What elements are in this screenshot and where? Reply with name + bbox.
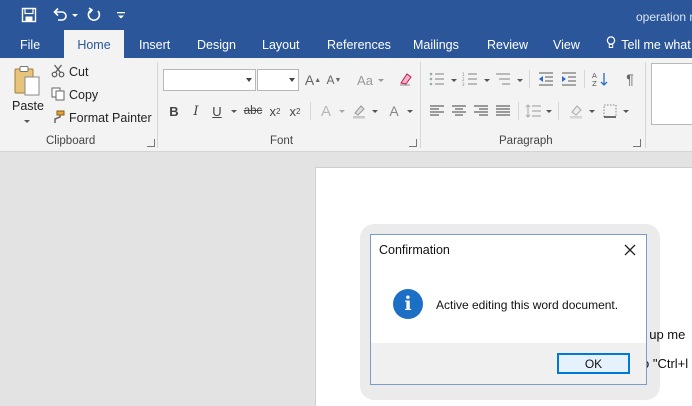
superscript-button[interactable]: x2 (288, 102, 302, 120)
underline-button[interactable]: U (210, 102, 224, 120)
save-icon[interactable] (18, 4, 40, 26)
tell-me-box[interactable]: Tell me what (606, 30, 691, 58)
clipboard-group-label: Clipboard (46, 135, 96, 147)
ribbon-home: Paste Cut Copy Format Painter Clipboard … (0, 58, 692, 152)
chevron-down-icon (246, 78, 252, 82)
sort-icon[interactable]: AZ (591, 70, 609, 88)
paste-label[interactable]: Paste (12, 99, 44, 113)
numbering-icon[interactable]: 123 (461, 70, 479, 88)
ribbon-separator (310, 102, 311, 120)
ribbon-separator (645, 62, 646, 148)
increase-indent-icon[interactable] (560, 70, 578, 88)
ok-button[interactable]: OK (557, 353, 630, 374)
highlight-dropdown-icon[interactable] (372, 110, 378, 113)
font-color-dropdown-icon[interactable] (407, 110, 413, 113)
tell-me-text: Tell me what (621, 38, 691, 52)
line-spacing-icon[interactable] (524, 102, 542, 120)
text-effects-icon[interactable]: A (318, 102, 334, 120)
cut-label[interactable]: Cut (69, 65, 88, 79)
svg-text:3: 3 (462, 82, 465, 86)
redo-icon[interactable] (84, 4, 104, 26)
change-case-icon[interactable]: Aa (352, 71, 378, 89)
highlight-icon[interactable] (350, 102, 368, 120)
align-right-icon[interactable] (472, 102, 490, 120)
confirmation-dialog: Confirmation i Active editing this word … (370, 234, 647, 385)
decrease-indent-icon[interactable] (537, 70, 555, 88)
dialog-message: Active editing this word document. (436, 298, 619, 312)
ribbon-separator (529, 70, 530, 88)
ribbon-separator (558, 102, 559, 120)
tab-insert[interactable]: Insert (139, 30, 170, 58)
clipboard-launcher-icon[interactable] (147, 139, 155, 147)
document-title: operation m (636, 10, 692, 24)
shrink-font-icon[interactable]: A ▼ (326, 71, 342, 89)
title-bar: operation m (0, 0, 692, 30)
bold-button[interactable]: B (167, 102, 181, 120)
shading-icon[interactable] (567, 102, 585, 120)
dialog-footer: OK (371, 343, 646, 384)
strikethrough-button[interactable]: abc (242, 102, 264, 120)
customize-qat-icon[interactable] (114, 4, 128, 26)
font-launcher-icon[interactable] (409, 139, 417, 147)
subscript-button[interactable]: x2 (268, 102, 282, 120)
borders-dropdown-icon[interactable] (623, 110, 629, 113)
tab-review[interactable]: Review (487, 30, 528, 58)
font-color-icon[interactable]: A (387, 102, 401, 120)
text-effects-dropdown-icon[interactable] (339, 110, 345, 113)
undo-icon[interactable] (50, 4, 70, 26)
line-spacing-dropdown-icon[interactable] (546, 110, 552, 113)
align-center-icon[interactable] (450, 102, 468, 120)
close-icon[interactable] (621, 241, 639, 259)
ribbon-separator (420, 62, 421, 148)
tab-file[interactable]: File (20, 30, 40, 58)
tab-view[interactable]: View (553, 30, 580, 58)
underline-dropdown-icon[interactable] (231, 110, 237, 113)
italic-button[interactable]: I (189, 102, 203, 120)
paste-dropdown-icon[interactable] (24, 120, 30, 123)
ribbon-separator (157, 62, 158, 148)
tab-layout[interactable]: Layout (262, 30, 300, 58)
lightbulb-icon (606, 30, 618, 60)
borders-icon[interactable] (601, 102, 619, 120)
change-case-dropdown-icon[interactable] (378, 79, 384, 82)
svg-text:A: A (592, 72, 597, 80)
multilevel-list-icon[interactable] (494, 70, 512, 88)
paragraph-group-label: Paragraph (499, 135, 553, 147)
ribbon-separator (584, 70, 585, 88)
grow-font-icon[interactable]: A ▲ (305, 71, 321, 89)
tab-references[interactable]: References (327, 30, 391, 58)
copy-icon[interactable] (50, 86, 66, 102)
font-size-combo[interactable] (257, 69, 299, 91)
numbering-dropdown-icon[interactable] (484, 79, 490, 82)
cut-icon[interactable] (50, 63, 66, 79)
font-name-combo[interactable] (163, 69, 256, 91)
multilevel-dropdown-icon[interactable] (517, 79, 523, 82)
paste-icon[interactable] (12, 64, 42, 98)
dialog-title: Confirmation (379, 243, 450, 257)
ribbon-separator (518, 102, 519, 120)
font-group-label: Font (270, 135, 294, 147)
ribbon-tab-bar: File Home Insert Design Layout Reference… (0, 30, 692, 58)
info-icon: i (393, 289, 423, 319)
paragraph-launcher-icon[interactable] (633, 139, 641, 147)
format-painter-label[interactable]: Format Painter (69, 111, 152, 125)
tab-home[interactable]: Home (64, 30, 124, 58)
undo-dropdown-icon[interactable] (70, 4, 80, 26)
bullets-dropdown-icon[interactable] (451, 79, 457, 82)
format-painter-icon[interactable] (50, 109, 66, 125)
justify-icon[interactable] (494, 102, 512, 120)
shading-dropdown-icon[interactable] (589, 110, 595, 113)
svg-text:Z: Z (592, 80, 597, 87)
tab-design[interactable]: Design (197, 30, 236, 58)
align-left-icon[interactable] (428, 102, 446, 120)
styles-gallery[interactable] (651, 63, 692, 125)
chevron-down-icon (289, 78, 295, 82)
copy-label[interactable]: Copy (69, 88, 98, 102)
bullets-icon[interactable] (428, 70, 446, 88)
show-formatting-icon[interactable]: ¶ (622, 70, 638, 88)
clear-formatting-icon[interactable] (397, 70, 415, 88)
tab-mailings[interactable]: Mailings (413, 30, 459, 58)
